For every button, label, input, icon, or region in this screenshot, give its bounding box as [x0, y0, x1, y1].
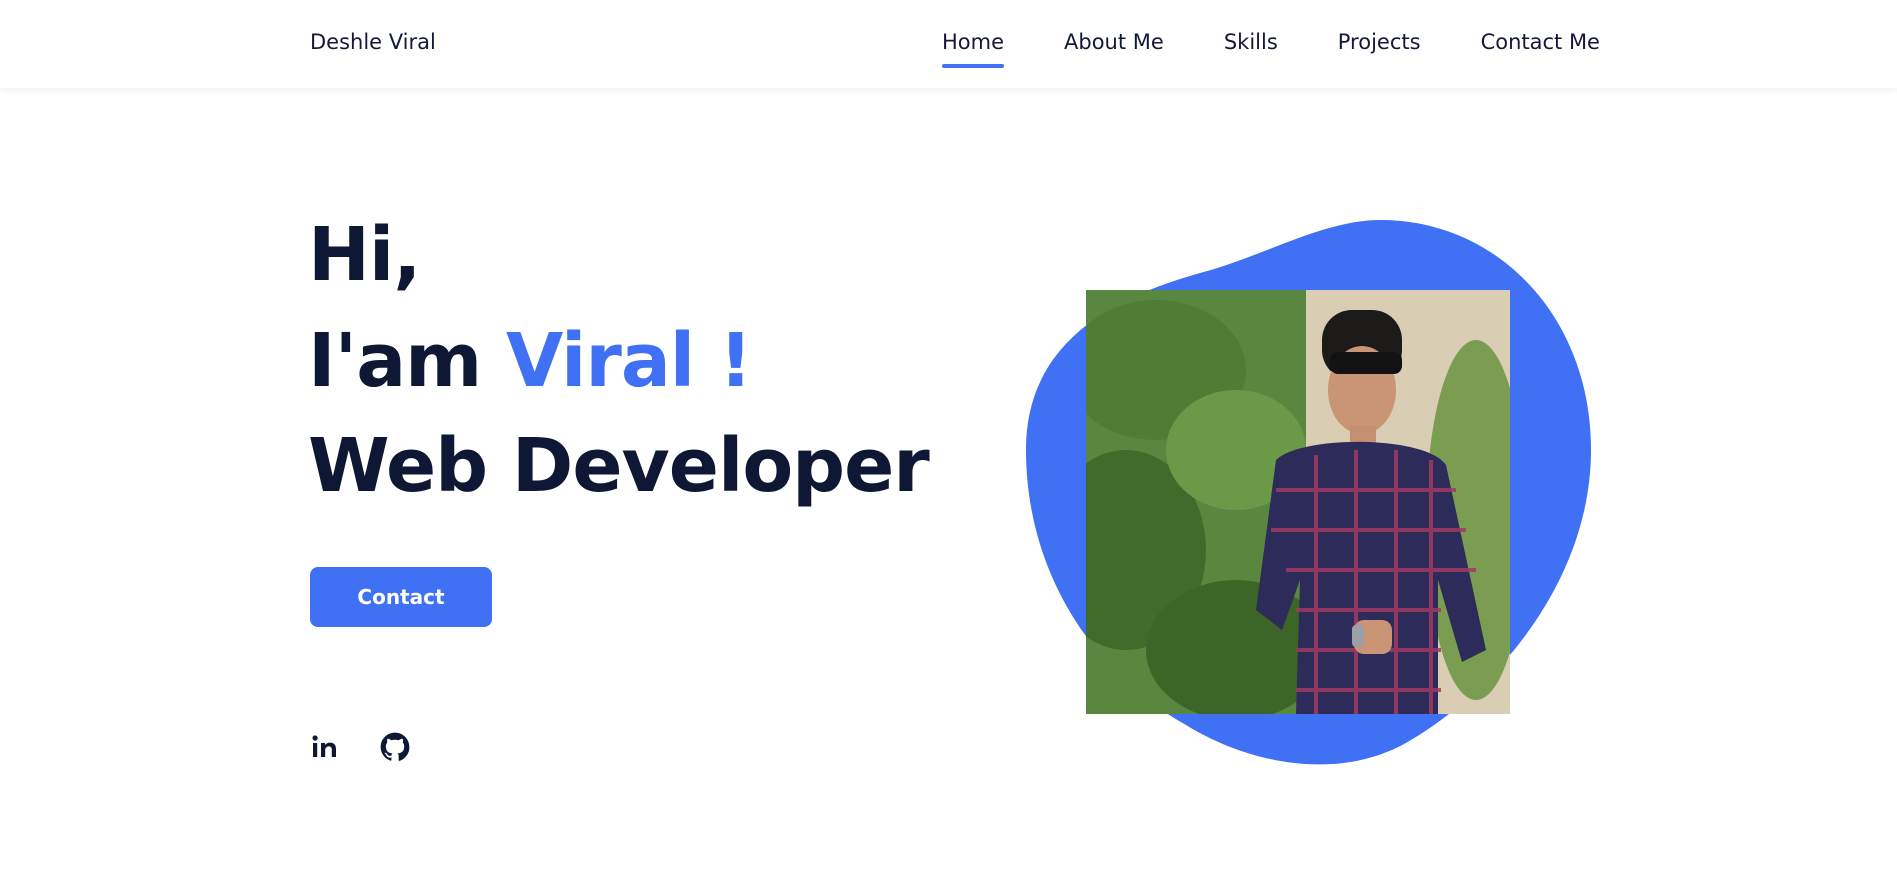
- brand-name[interactable]: Deshle Viral: [310, 30, 436, 54]
- hero-intro-prefix: I'am: [308, 318, 506, 404]
- main-nav: Home About Me Skills Projects Contact Me: [942, 30, 1600, 68]
- hero-role: Web Developer: [308, 423, 930, 509]
- nav-item-home[interactable]: Home: [942, 30, 1005, 68]
- hero-name: Viral !: [506, 318, 753, 404]
- github-glyph: [380, 732, 410, 761]
- top-navbar: Deshle Viral Home About Me Skills Projec…: [0, 0, 1897, 88]
- contact-button[interactable]: Contact: [310, 567, 492, 627]
- hero-intro: I'am Viral !: [308, 324, 753, 398]
- profile-photo: [1086, 290, 1510, 714]
- hero-greeting: Hi,: [308, 212, 421, 298]
- github-icon[interactable]: [380, 732, 410, 762]
- nav-item-contact-me[interactable]: Contact Me: [1481, 30, 1600, 68]
- profile-photo-illustration: [1086, 290, 1510, 714]
- nav-item-skills[interactable]: Skills: [1224, 30, 1278, 68]
- linkedin-glyph: [312, 735, 336, 757]
- nav-item-projects[interactable]: Projects: [1338, 30, 1421, 68]
- nav-item-about-me[interactable]: About Me: [1064, 30, 1164, 68]
- linkedin-icon[interactable]: [310, 732, 340, 762]
